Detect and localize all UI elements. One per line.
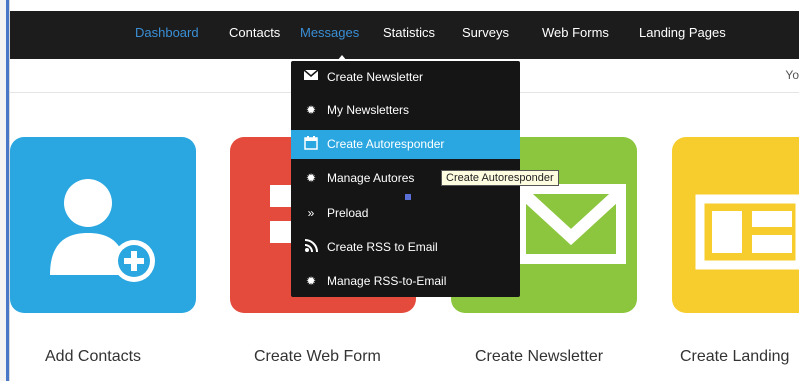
nav-surveys[interactable]: Surveys [462,25,509,40]
mouse-cursor [405,194,411,200]
double-chevron-icon: » [307,206,315,220]
create-landing-tile[interactable] [672,137,799,313]
add-contacts-tile[interactable] [10,137,196,313]
calendar-icon [303,136,319,152]
create-web-form-label[interactable]: Create Web Form [254,348,381,366]
gear-icon: ✹ [305,171,317,185]
top-navbar: Dashboard Contacts Messages Statistics S… [10,11,799,61]
create-newsletter-label[interactable]: Create Newsletter [475,348,603,366]
nav-statistics[interactable]: Statistics [383,25,435,40]
window-left-edge [0,0,10,381]
nav-dashboard[interactable]: Dashboard [135,25,199,40]
menu-item-create-newsletter[interactable]: Create Newsletter [291,63,520,92]
add-user-icon [50,179,155,282]
menu-item-manage-rss-to-email[interactable]: ✹ Manage RSS-to-Email [291,267,520,296]
envelope-icon [303,69,319,85]
nav-landing-pages[interactable]: Landing Pages [639,25,726,40]
create-landing-label[interactable]: Create Landing [680,348,789,366]
menu-item-preload[interactable]: » Preload [291,199,520,228]
gear-icon: ✹ [305,103,317,117]
nav-web-forms[interactable]: Web Forms [542,25,609,40]
landing-page-icon [695,194,799,270]
menu-item-create-autoresponder[interactable]: Create Autoresponder [291,130,520,159]
add-contacts-label[interactable]: Add Contacts [45,348,141,366]
tooltip: Create Autoresponder [441,170,559,186]
user-greeting: Yo [785,68,799,82]
menu-item-create-rss-to-email[interactable]: Create RSS to Email [291,233,520,262]
gear-icon: ✹ [305,274,317,288]
rss-icon [303,239,319,255]
nav-messages[interactable]: Messages [300,25,359,40]
nav-contacts[interactable]: Contacts [229,25,280,40]
window-border [6,0,9,381]
menu-item-my-newsletters[interactable]: ✹ My Newsletters [291,96,520,125]
